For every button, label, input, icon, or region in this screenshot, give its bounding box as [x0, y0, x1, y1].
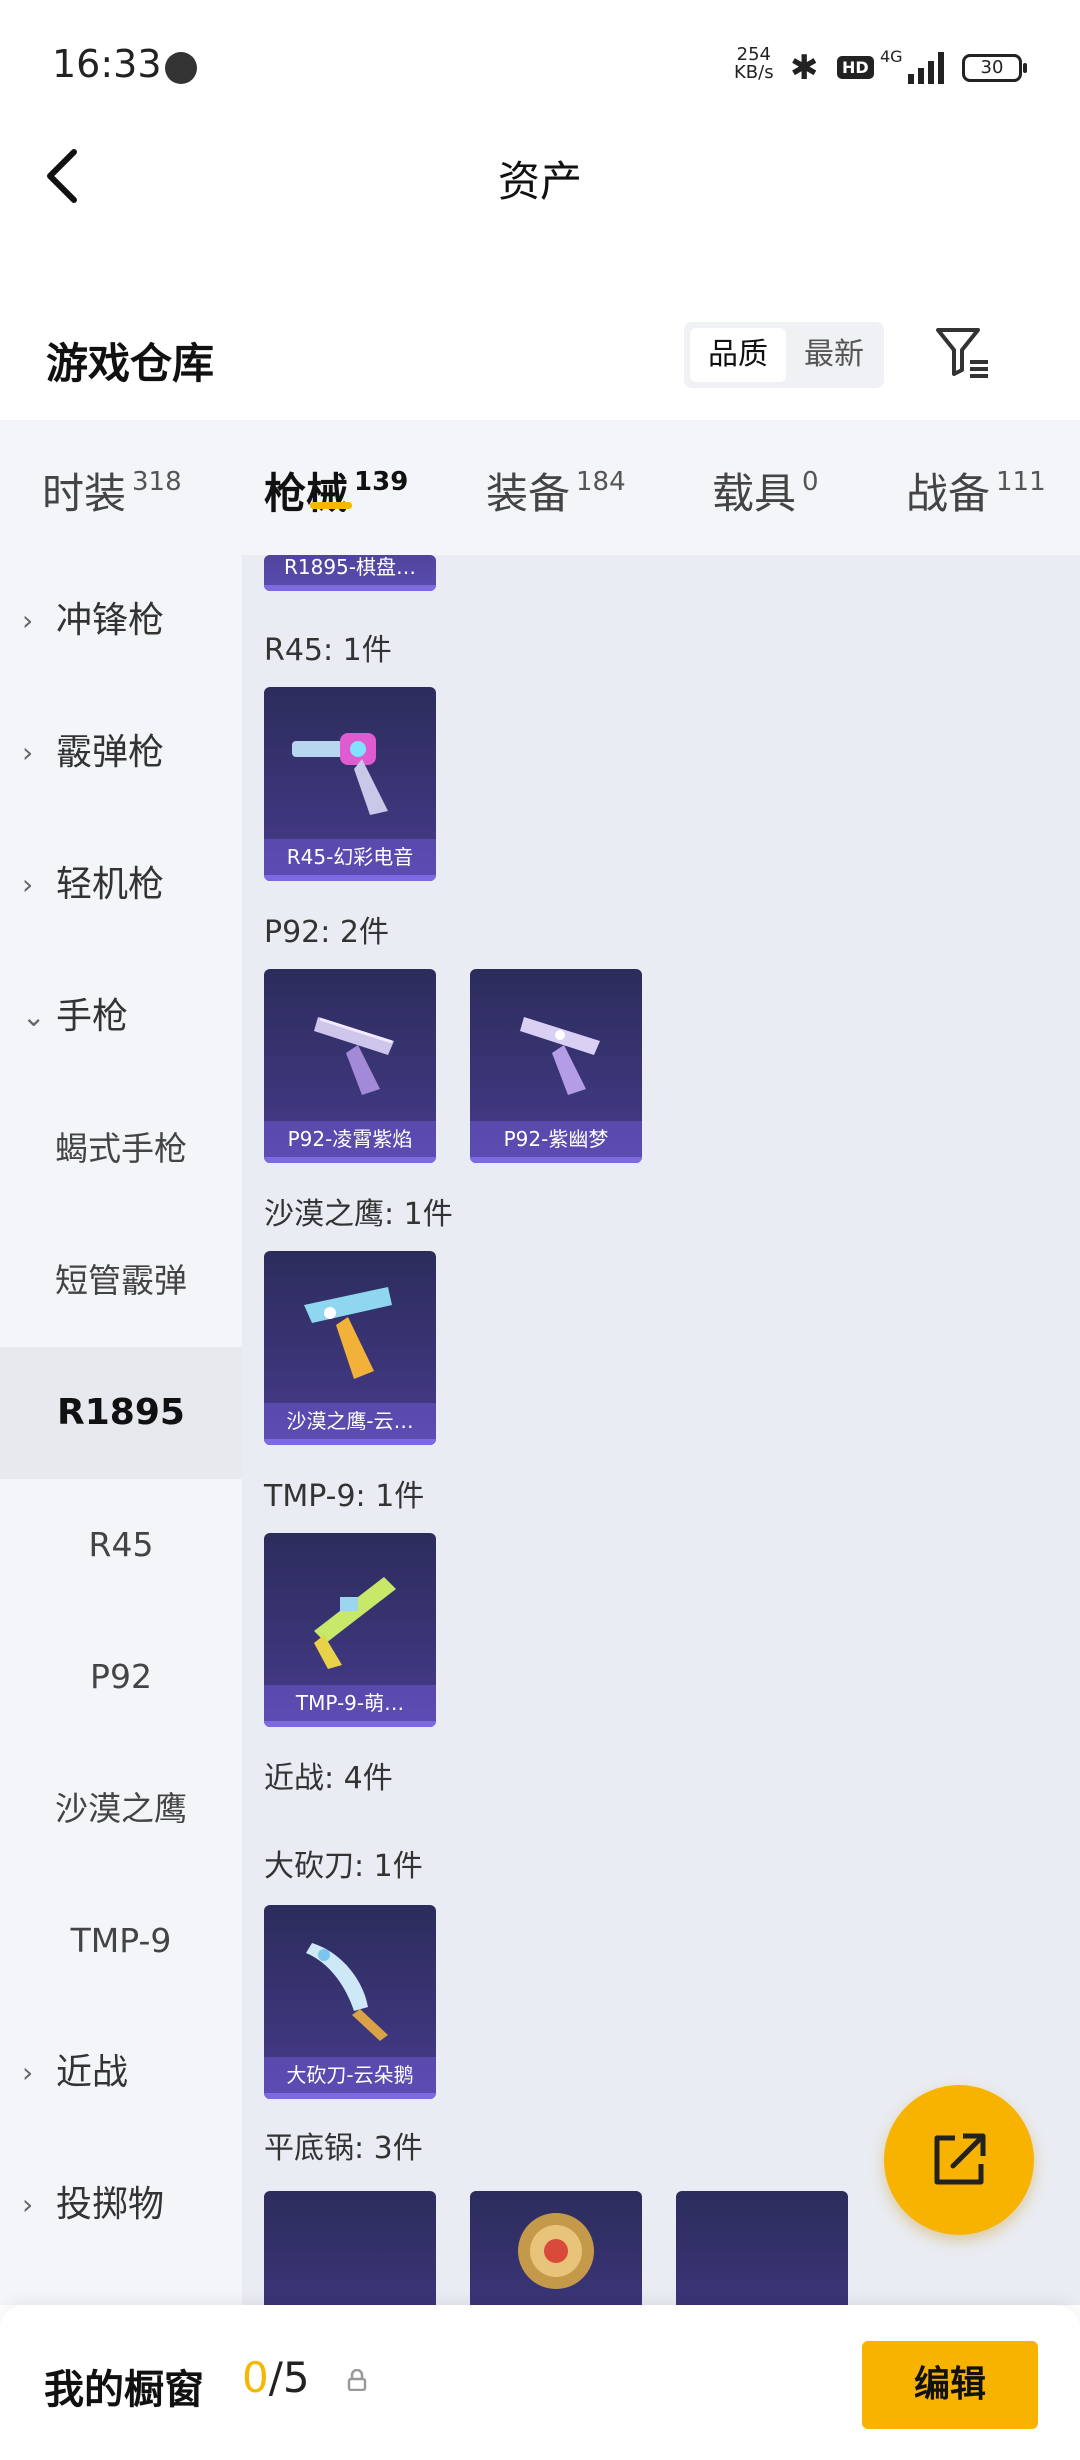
sort-toggle: 品质 最新	[684, 322, 884, 388]
chevron-right-icon: ›	[22, 2056, 34, 2089]
item-card-label: P92-紫幽梦	[470, 1121, 642, 1157]
tab-vehicles[interactable]: 载具 0	[712, 460, 819, 521]
page-title: 资产	[497, 157, 582, 206]
pistol-icon	[304, 1287, 392, 1379]
item-card[interactable]: P92-凌霄紫焰	[264, 969, 436, 1163]
sidebar-item-r45[interactable]: R45	[0, 1479, 242, 1611]
sidebar-item-r1895[interactable]: R1895	[0, 1347, 242, 1479]
group-title: 平底锅: 3件	[264, 2131, 423, 2166]
item-card[interactable]: 沙漠之鹰-云…	[264, 1251, 436, 1445]
group-title: 沙漠之鹰: 1件	[264, 1197, 453, 1232]
sidebar-item-p92[interactable]: P92	[0, 1611, 242, 1743]
category-tabs: 时装 318 枪械 139 装备 184 载具 0 战备 111	[0, 420, 1080, 555]
lock-icon	[347, 2369, 367, 2391]
item-card-label: 大砍刀-云朵鹅	[264, 2057, 436, 2093]
edit-button[interactable]: 编辑	[862, 2341, 1038, 2429]
sidebar-item-tmp9[interactable]: TMP-9	[0, 1875, 242, 2007]
group-title: 近战: 4件	[264, 1761, 393, 1796]
group-title: R45: 1件	[264, 633, 392, 668]
chevron-right-icon: ›	[22, 736, 34, 769]
revolver-icon	[292, 733, 388, 815]
tab-count: 184	[576, 467, 626, 497]
network-type: 4G	[880, 47, 903, 66]
chevron-right-icon: ›	[22, 868, 34, 901]
item-card[interactable]: P92-紫幽梦	[470, 969, 642, 1163]
bluetooth-icon: ✱	[790, 48, 819, 88]
item-list: R1895-棋盘… R45: 1件 R45-幻彩电音 P92: 2件 P92-凌…	[242, 555, 1080, 2305]
sidebar-item-pistol[interactable]: ⌄ 手枪	[0, 951, 242, 1083]
sidebar-item-desert-eagle[interactable]: 沙漠之鹰	[0, 1743, 242, 1875]
chevron-right-icon: ›	[22, 2188, 34, 2221]
tab-count: 0	[802, 467, 819, 497]
item-card-label: TMP-9-萌…	[264, 1685, 436, 1721]
sidebar-item-throwables[interactable]: › 投掷物	[0, 2139, 242, 2271]
warehouse-title: 游戏仓库	[46, 339, 215, 388]
smg-icon	[314, 1577, 396, 1669]
item-card[interactable]: TMP-9-萌…	[264, 1533, 436, 1727]
status-time: 16:33	[52, 42, 162, 86]
group-title: 大砍刀: 1件	[264, 1849, 423, 1884]
item-card[interactable]: R1895-棋盘…	[264, 555, 436, 591]
group-title: TMP-9: 1件	[264, 1479, 425, 1514]
sidebar-item-smg[interactable]: › 冲锋枪	[0, 555, 242, 687]
item-card[interactable]: R45-幻彩电音	[264, 687, 436, 881]
group-title: P92: 2件	[264, 915, 389, 950]
item-card-label: 沙漠之鹰-云…	[264, 1403, 436, 1439]
share-icon	[934, 2133, 986, 2185]
network-speed: 254 KB/s	[734, 44, 774, 83]
item-card[interactable]	[470, 2191, 642, 2305]
showcase-title: 我的橱窗	[44, 2367, 204, 2413]
filter-icon[interactable]	[932, 322, 992, 382]
tab-count: 111	[996, 467, 1046, 497]
tab-supplies[interactable]: 战备 111	[906, 460, 1046, 521]
pistol-icon	[520, 1017, 600, 1095]
chevron-down-icon: ⌄	[22, 1000, 46, 1033]
sidebar: › 冲锋枪 › 霰弹枪 › 轻机枪 ⌄ 手枪 蝎式手枪 短管霰弹 R1895 R…	[0, 555, 242, 2305]
active-tab-underline	[310, 502, 352, 509]
status-bar: 16:33 254 KB/s ✱ HD 4G 30	[0, 0, 1080, 130]
item-card[interactable]	[676, 2191, 848, 2305]
machete-icon	[306, 1943, 388, 2041]
share-button[interactable]	[884, 2085, 1034, 2235]
item-card-label: P92-凌霄紫焰	[264, 1121, 436, 1157]
item-card-label: R45-幻彩电音	[264, 839, 436, 875]
sort-newest-button[interactable]: 最新	[790, 328, 878, 382]
tab-count: 318	[132, 467, 182, 497]
frying-pan-icon	[518, 2213, 594, 2289]
battery-icon: 30	[962, 54, 1027, 82]
sidebar-item-melee[interactable]: › 近战	[0, 2007, 242, 2139]
tab-count: 139	[354, 467, 409, 497]
tab-fashion[interactable]: 时装 318	[42, 460, 182, 521]
pistol-icon	[314, 1017, 394, 1095]
sidebar-item-shotgun[interactable]: › 霰弹枪	[0, 687, 242, 819]
bottom-bar: 我的橱窗 0/5 编辑	[0, 2305, 1080, 2460]
item-card[interactable]: 大砍刀-云朵鹅	[264, 1905, 436, 2099]
tab-equipment[interactable]: 装备 184	[486, 460, 626, 521]
hd-icon: HD	[837, 56, 874, 79]
showcase-count: 0/5	[242, 2353, 310, 2402]
sidebar-item-scorpion[interactable]: 蝎式手枪	[0, 1083, 242, 1215]
chevron-right-icon: ›	[22, 604, 34, 637]
tab-firearms[interactable]: 枪械 139	[264, 460, 408, 521]
clock-app-icon	[165, 52, 197, 84]
sidebar-item-sawed-off[interactable]: 短管霰弹	[0, 1215, 242, 1347]
sidebar-item-lmg[interactable]: › 轻机枪	[0, 819, 242, 951]
signal-icon: 4G	[880, 47, 944, 84]
item-card[interactable]	[264, 2191, 436, 2305]
item-card-label: R1895-棋盘…	[264, 555, 436, 585]
sort-quality-button[interactable]: 品质	[690, 328, 786, 382]
